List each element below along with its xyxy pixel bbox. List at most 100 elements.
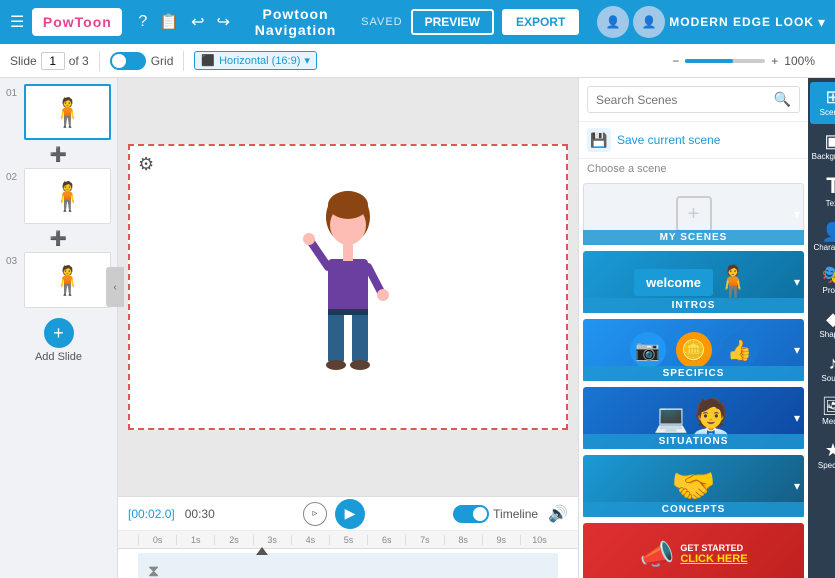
laptop-icon: 💻: [654, 402, 689, 435]
divider2: [183, 51, 184, 71]
characters-sidebar-label: Characters: [813, 243, 835, 253]
timeline-playhead[interactable]: [256, 547, 268, 555]
sidebar-item-props[interactable]: 🎭 Props: [810, 260, 835, 302]
scene-my-scenes[interactable]: MY SCENES ▾: [583, 183, 804, 245]
slide-number-input[interactable]: [41, 52, 65, 70]
sidebar-item-scenes[interactable]: ⊞ Scenes: [810, 82, 835, 124]
timeline-area: [00:02.0] 00:30 ▹ ▶ Timeline 🔊 0s 1s: [118, 496, 578, 578]
timeline-playback-controls: ▹ ▶: [303, 499, 365, 529]
export-button[interactable]: EXPORT: [502, 9, 579, 35]
undo-icon[interactable]: ↩: [191, 12, 204, 32]
step-back-btn[interactable]: ▹: [303, 502, 327, 526]
props-sidebar-label: Props: [823, 286, 835, 296]
zoom-minus-btn[interactable]: −: [672, 54, 679, 68]
panel-collapse-btn[interactable]: ‹: [106, 267, 124, 307]
slide-1-add: ➕: [6, 146, 111, 162]
hamburger-icon[interactable]: ☰: [10, 12, 24, 32]
timeline-content-bar[interactable]: ⧗: [138, 553, 558, 578]
avatar2: 👤: [633, 6, 665, 38]
slide-3-figure: 🧍: [50, 264, 85, 297]
timeline-current-time: [00:02.0]: [128, 507, 175, 521]
add-slide-label: Add Slide: [35, 351, 82, 363]
ruler-7s: 7s: [405, 535, 443, 545]
timeline-toggle: Timeline: [453, 505, 538, 523]
ruler-1s: 1s: [176, 535, 214, 545]
aspect-chevron-icon: ▾: [304, 54, 310, 67]
sidebar-item-shapes[interactable]: ◆ Shapes: [810, 304, 835, 346]
sidebar-item-specials[interactable]: ★ Specials: [810, 435, 835, 477]
scene-chevron-concepts: ▾: [794, 479, 800, 493]
scene-specifics[interactable]: 📷 🪙 👍 SPECIFICS ▾: [583, 319, 804, 381]
grid-label: Grid: [151, 54, 174, 68]
intros-welcome-badge: welcome: [634, 269, 713, 296]
add-after-slide-1-icon[interactable]: ➕: [50, 146, 67, 163]
get-started-text: GET STARTED CLICK HERE: [680, 543, 747, 565]
timeline-toggle-switch[interactable]: [453, 505, 489, 523]
timeline-controls: [00:02.0] 00:30 ▹ ▶ Timeline 🔊: [118, 497, 578, 531]
preview-button[interactable]: PREVIEW: [411, 9, 494, 35]
sound-icon: ♪: [829, 354, 835, 372]
scene-get-started[interactable]: 📣 GET STARTED CLICK HERE: [583, 523, 804, 578]
add-after-slide-2-icon[interactable]: ➕: [50, 230, 67, 247]
media-icon: 🖼: [822, 397, 835, 415]
aspect-selector[interactable]: ⬛ Horizontal (16:9) ▾: [194, 51, 317, 70]
scene-label-situations: SITUATIONS: [583, 434, 804, 449]
look-label: MODERN EDGE LOOK: [669, 15, 814, 29]
scene-thumb-get-started: 📣 GET STARTED CLICK HERE: [583, 523, 804, 578]
redo-icon[interactable]: ↪: [217, 12, 230, 32]
scenes-icon: ⊞: [825, 88, 835, 106]
media-sidebar-label: Media: [822, 417, 835, 427]
canvas-stage: ⚙: [118, 78, 578, 496]
slide-thumb-2[interactable]: 🧍: [24, 168, 111, 224]
canvas-frame[interactable]: ⚙: [128, 144, 568, 430]
handshake-icon: 🤝: [671, 465, 716, 507]
zoom-plus-btn[interactable]: +: [771, 54, 778, 68]
save-scene-label: Save current scene: [617, 133, 720, 147]
sidebar-item-media[interactable]: 🖼 Media: [810, 391, 835, 433]
intros-character-icon: 🧍: [713, 263, 753, 301]
zoom-slider[interactable]: [685, 59, 765, 63]
text-sidebar-label: Text: [826, 199, 835, 209]
scene-chevron-my-scenes: ▾: [794, 207, 800, 221]
canvas-settings-icon[interactable]: ⚙: [138, 154, 154, 175]
slide-number-1: 01: [6, 84, 20, 99]
zoom-level: 100%: [784, 54, 815, 68]
specials-sidebar-label: Specials: [818, 461, 835, 471]
scene-concepts[interactable]: 🤝 CONCEPTS ▾: [583, 455, 804, 517]
volume-icon[interactable]: 🔊: [548, 504, 568, 524]
add-slide-btn[interactable]: + Add Slide: [6, 318, 111, 363]
sidebar-item-sound[interactable]: ♪ Sound: [810, 348, 835, 390]
user-avatar-area: 👤 👤 MODERN EDGE LOOK ▾: [597, 6, 825, 38]
person-at-desk-icon: 🧑‍💼: [689, 397, 734, 439]
search-icon[interactable]: 🔍: [774, 91, 791, 108]
grid-toggle-switch[interactable]: [110, 52, 146, 70]
characters-icon: 👤: [822, 223, 835, 241]
slide-total: of 3: [69, 54, 89, 68]
notes-icon[interactable]: 📋: [159, 12, 179, 32]
slide-2-container: 02 🧍: [6, 168, 111, 224]
slide-thumb-1[interactable]: 🧍: [24, 84, 111, 140]
nav-icons: ? 📋 ↩ ↪: [138, 12, 230, 32]
play-btn[interactable]: ▶: [335, 499, 365, 529]
search-box: 🔍: [587, 86, 800, 113]
sidebar-item-text[interactable]: T Text: [810, 169, 835, 215]
scene-situations[interactable]: 💻 🧑‍💼 SITUATIONS ▾: [583, 387, 804, 449]
slide-1-container: 01 🧍: [6, 84, 111, 140]
slide-thumb-3[interactable]: 🧍: [24, 252, 111, 308]
save-scene-btn[interactable]: 💾 Save current scene: [579, 122, 808, 159]
sidebar-item-characters[interactable]: 👤 Characters: [810, 217, 835, 259]
nav-title: Powtoon Navigation: [238, 6, 353, 38]
main-content: 01 🧍 ➕ 02 🧍 ➕ 03 🧍 + Add Slide: [0, 78, 835, 578]
scene-intros[interactable]: welcome 🧍 INTROS ▾: [583, 251, 804, 313]
ruler-5s: 5s: [329, 535, 367, 545]
look-chevron-icon[interactable]: ▾: [818, 14, 825, 31]
sidebar-item-background[interactable]: ▣ Background: [810, 126, 835, 168]
props-icon: 🎭: [822, 266, 835, 284]
slide-number-2: 02: [6, 168, 20, 183]
get-started-click-here[interactable]: CLICK HERE: [680, 553, 747, 565]
top-nav: ☰ PowToon ? 📋 ↩ ↪ Powtoon Navigation SAV…: [0, 0, 835, 44]
search-input[interactable]: [596, 93, 768, 107]
help-icon[interactable]: ?: [138, 13, 147, 31]
timeline-ruler: 0s 1s 2s 3s 4s 5s 6s 7s 8s 9s 10s: [118, 531, 578, 549]
scenes-search: 🔍: [579, 78, 808, 122]
